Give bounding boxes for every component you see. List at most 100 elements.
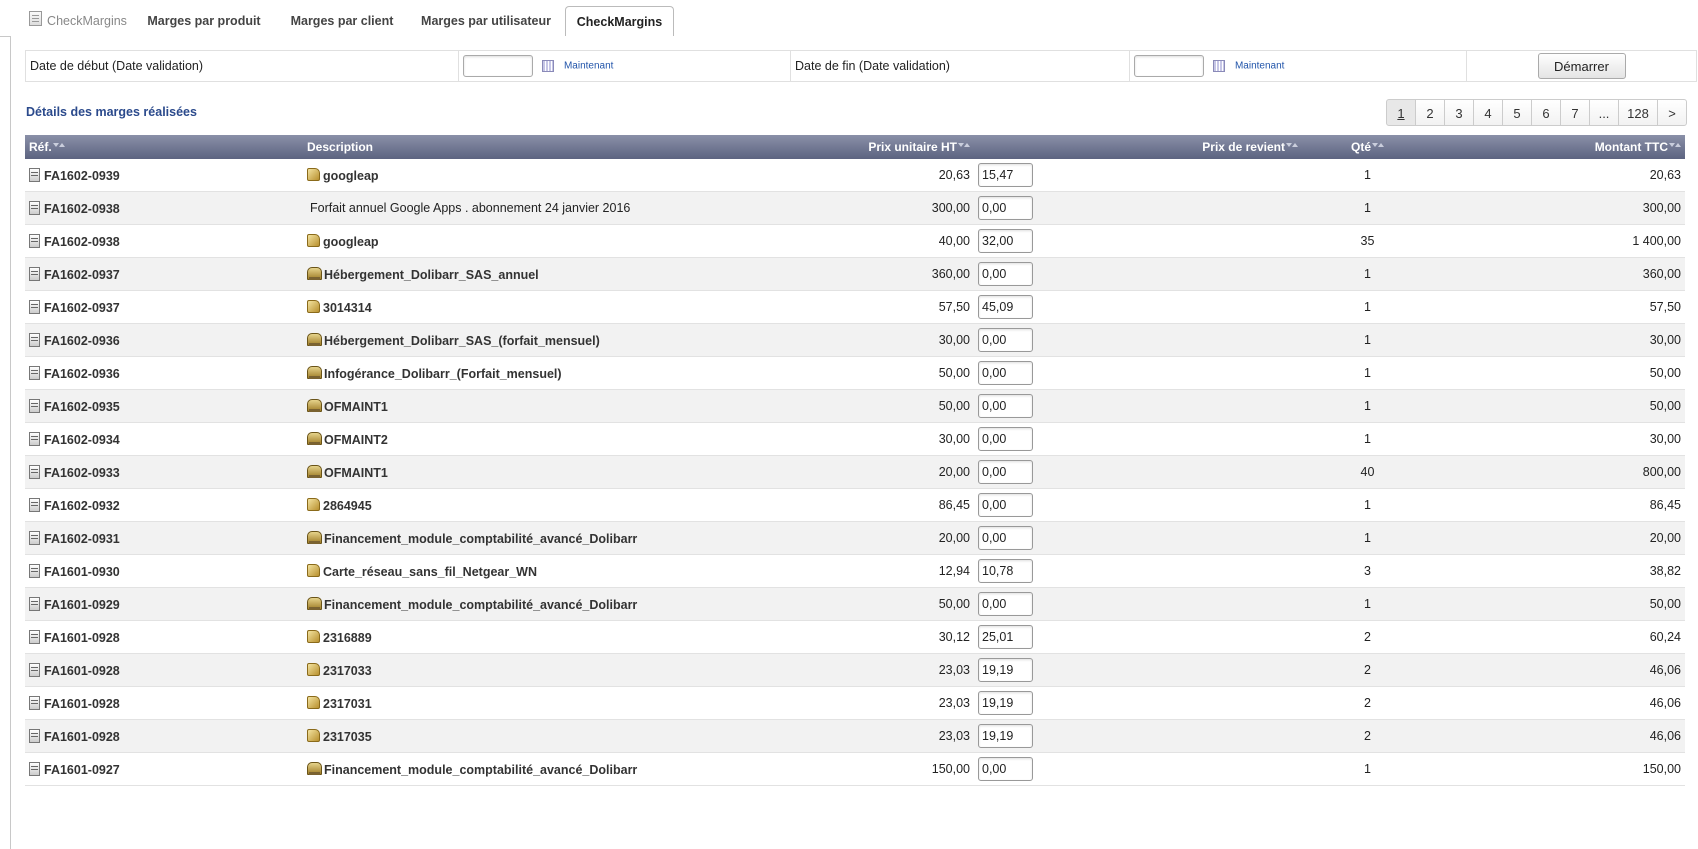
cost-price-input[interactable]	[978, 493, 1033, 517]
cost-price-input[interactable]	[978, 592, 1033, 616]
invoice-icon[interactable]	[29, 662, 40, 677]
invoice-ref-link[interactable]: FA1601-0929	[44, 598, 120, 612]
service-icon[interactable]	[307, 761, 322, 775]
calendar-icon[interactable]	[542, 60, 555, 72]
header-cost-price[interactable]: Prix de revient	[974, 135, 1302, 159]
invoice-icon[interactable]	[29, 464, 40, 479]
cost-price-input[interactable]	[978, 394, 1033, 418]
pagination-next[interactable]: >	[1657, 99, 1687, 126]
end-date-now-link[interactable]: Maintenant	[1235, 61, 1284, 72]
invoice-ref-link[interactable]: FA1601-0928	[44, 664, 120, 678]
invoice-ref-link[interactable]: FA1602-0939	[44, 169, 120, 183]
tab-marges-par-client[interactable]: Marges par client	[283, 6, 401, 36]
end-date-input[interactable]	[1134, 55, 1204, 77]
invoice-icon[interactable]	[29, 596, 40, 611]
service-icon[interactable]	[307, 596, 322, 610]
invoice-ref-link[interactable]: FA1602-0936	[44, 367, 120, 381]
pagination-page-1[interactable]: 1	[1386, 99, 1416, 126]
product-link[interactable]: 3014314	[323, 301, 372, 315]
sort-icon[interactable]	[52, 142, 65, 150]
cost-price-input[interactable]	[978, 295, 1033, 319]
tab-checkmargins-app[interactable]: CheckMargins	[28, 6, 128, 36]
service-icon[interactable]	[307, 530, 322, 544]
invoice-ref-link[interactable]: FA1602-0937	[44, 301, 120, 315]
product-link[interactable]: googleap	[323, 169, 379, 183]
sort-icon[interactable]	[958, 142, 970, 150]
pagination-page-3[interactable]: 3	[1444, 99, 1474, 126]
product-link[interactable]: OFMAINT2	[324, 433, 388, 447]
product-link[interactable]: Financement_module_comptabilité_avancé_D…	[324, 598, 637, 612]
invoice-icon[interactable]	[29, 200, 40, 215]
cost-price-input[interactable]	[978, 460, 1033, 484]
start-date-input[interactable]	[463, 55, 533, 77]
header-ref[interactable]: Réf.	[25, 135, 303, 159]
invoice-ref-link[interactable]: FA1602-0936	[44, 334, 120, 348]
pagination-page-128[interactable]: 128	[1618, 99, 1658, 126]
invoice-ref-link[interactable]: FA1602-0932	[44, 499, 120, 513]
pagination-page-4[interactable]: 4	[1473, 99, 1503, 126]
cost-price-input[interactable]	[978, 427, 1033, 451]
invoice-icon[interactable]	[29, 728, 40, 743]
invoice-ref-link[interactable]: FA1602-0938	[44, 235, 120, 249]
invoice-icon[interactable]	[29, 629, 40, 644]
sort-icon[interactable]	[1372, 142, 1384, 150]
cost-price-input[interactable]	[978, 361, 1033, 385]
cost-price-input[interactable]	[978, 724, 1033, 748]
tab-marges-par-utilisateur[interactable]: Marges par utilisateur	[412, 6, 560, 36]
service-icon[interactable]	[307, 332, 322, 346]
cost-price-input[interactable]	[978, 559, 1033, 583]
product-icon[interactable]	[307, 233, 320, 247]
invoice-icon[interactable]	[29, 695, 40, 710]
product-link[interactable]: Hébergement_Dolibarr_SAS_(forfait_mensue…	[324, 334, 600, 348]
invoice-icon[interactable]	[29, 530, 40, 545]
invoice-icon[interactable]	[29, 398, 40, 413]
cost-price-input[interactable]	[978, 757, 1033, 781]
invoice-icon[interactable]	[29, 365, 40, 380]
invoice-icon[interactable]	[29, 233, 40, 248]
product-link[interactable]: googleap	[323, 235, 379, 249]
cost-price-input[interactable]	[978, 229, 1033, 253]
invoice-icon[interactable]	[29, 266, 40, 281]
invoice-ref-link[interactable]: FA1601-0928	[44, 631, 120, 645]
product-icon[interactable]	[307, 695, 320, 709]
product-icon[interactable]	[307, 497, 320, 511]
product-link[interactable]: Carte_réseau_sans_fil_Netgear_WN	[323, 565, 537, 579]
pagination-page-6[interactable]: 6	[1531, 99, 1561, 126]
invoice-icon[interactable]	[29, 431, 40, 446]
start-button[interactable]: Démarrer	[1537, 53, 1626, 79]
sort-icon[interactable]	[1286, 142, 1298, 150]
product-icon[interactable]	[307, 167, 320, 181]
product-link[interactable]: Financement_module_comptabilité_avancé_D…	[324, 763, 637, 777]
header-unit-price[interactable]: Prix unitaire HT	[703, 135, 974, 159]
service-icon[interactable]	[307, 365, 322, 379]
product-link[interactable]: Financement_module_comptabilité_avancé_D…	[324, 532, 637, 546]
cost-price-input[interactable]	[978, 163, 1033, 187]
service-icon[interactable]	[307, 464, 322, 478]
service-icon[interactable]	[307, 398, 322, 412]
service-icon[interactable]	[307, 266, 322, 280]
invoice-icon[interactable]	[29, 332, 40, 347]
invoice-ref-link[interactable]: FA1602-0934	[44, 433, 120, 447]
product-link[interactable]: 2317035	[323, 730, 372, 744]
product-link[interactable]: OFMAINT1	[324, 400, 388, 414]
product-link[interactable]: 2864945	[323, 499, 372, 513]
invoice-icon[interactable]	[29, 497, 40, 512]
invoice-ref-link[interactable]: FA1601-0930	[44, 565, 120, 579]
pagination-page-7[interactable]: 7	[1560, 99, 1590, 126]
header-amount[interactable]: Montant TTC	[1433, 135, 1685, 159]
invoice-icon[interactable]	[29, 299, 40, 314]
pagination-page-2[interactable]: 2	[1415, 99, 1445, 126]
cost-price-input[interactable]	[978, 328, 1033, 352]
product-link[interactable]: 2317033	[323, 664, 372, 678]
product-link[interactable]: OFMAINT1	[324, 466, 388, 480]
cost-price-input[interactable]	[978, 262, 1033, 286]
service-icon[interactable]	[307, 431, 322, 445]
invoice-icon[interactable]	[29, 563, 40, 578]
invoice-ref-link[interactable]: FA1602-0931	[44, 532, 120, 546]
product-link[interactable]: Infogérance_Dolibarr_(Forfait_mensuel)	[324, 367, 562, 381]
tab-checkmargins[interactable]: CheckMargins	[565, 6, 674, 37]
tab-marges-par-produit[interactable]: Marges par produit	[140, 6, 268, 36]
invoice-ref-link[interactable]: FA1602-0937	[44, 268, 120, 282]
product-icon[interactable]	[307, 299, 320, 313]
product-icon[interactable]	[307, 662, 320, 676]
